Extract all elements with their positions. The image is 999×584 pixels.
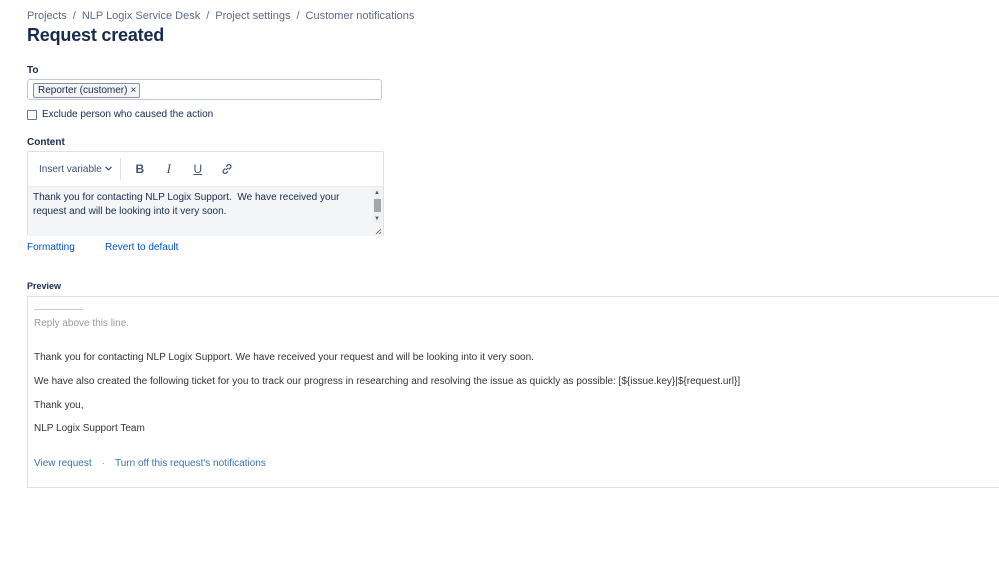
- resize-grip-icon[interactable]: [374, 227, 382, 235]
- footer-separator: ·: [101, 458, 105, 469]
- content-text[interactable]: Thank you for contacting NLP Logix Suppo…: [33, 191, 363, 219]
- content-editor: Insert variable B I U Thank you for cont…: [27, 151, 384, 236]
- breadcrumb-separator: /: [206, 10, 210, 22]
- underline-button[interactable]: U: [187, 158, 209, 180]
- bold-button[interactable]: B: [129, 158, 151, 180]
- insert-variable-dropdown[interactable]: Insert variable: [39, 164, 112, 175]
- page-title: Request created: [27, 25, 165, 45]
- breadcrumb-separator: /: [72, 10, 76, 22]
- preview-panel: Reply above this line. Thank you for con…: [27, 296, 999, 488]
- scroll-thumb[interactable]: [374, 199, 381, 212]
- editor-toolbar: Insert variable B I U: [28, 152, 383, 186]
- exclude-person-checkbox[interactable]: [27, 109, 37, 120]
- formatting-link[interactable]: Formatting: [27, 242, 75, 253]
- turn-off-notifications-link[interactable]: Turn off this request's notifications: [115, 458, 266, 469]
- to-recipients-field[interactable]: Reporter (customer) ×: [27, 79, 382, 100]
- italic-button[interactable]: I: [158, 158, 180, 180]
- exclude-person-label[interactable]: Exclude person who caused the action: [42, 109, 213, 120]
- preview-paragraph: Thank you for contacting NLP Logix Suppo…: [34, 352, 534, 363]
- revert-to-default-link[interactable]: Revert to default: [105, 242, 178, 253]
- breadcrumb-projects[interactable]: Projects: [27, 10, 67, 22]
- breadcrumb: Projects / NLP Logix Service Desk / Proj…: [27, 10, 414, 22]
- exclude-person-row: Exclude person who caused the action: [27, 109, 213, 120]
- reply-divider: [34, 309, 83, 310]
- remove-recipient-icon[interactable]: ×: [130, 84, 136, 97]
- breadcrumb-project-settings[interactable]: Project settings: [215, 10, 290, 22]
- preview-paragraph: We have also created the following ticke…: [34, 376, 741, 387]
- breadcrumb-service-desk[interactable]: NLP Logix Service Desk: [82, 10, 200, 22]
- recipient-chip-label: Reporter (customer): [38, 85, 128, 96]
- link-icon[interactable]: [216, 158, 238, 180]
- editor-scrollbar[interactable]: ▲ ▼: [373, 189, 382, 223]
- preview-paragraph: NLP Logix Support Team: [34, 423, 145, 434]
- recipient-chip: Reporter (customer) ×: [33, 83, 141, 98]
- content-textarea[interactable]: Thank you for contacting NLP Logix Suppo…: [28, 186, 383, 236]
- reply-above-line: Reply above this line.: [34, 318, 130, 329]
- preview-footer-links: View request · Turn off this request's n…: [34, 458, 266, 469]
- view-request-link[interactable]: View request: [34, 458, 92, 469]
- scroll-down-icon[interactable]: ▼: [374, 216, 380, 222]
- chevron-down-icon: [104, 165, 112, 173]
- content-label: Content: [27, 137, 65, 148]
- scroll-up-icon[interactable]: ▲: [374, 190, 380, 196]
- page: Projects / NLP Logix Service Desk / Proj…: [0, 0, 999, 584]
- breadcrumb-customer-notifications[interactable]: Customer notifications: [306, 10, 415, 22]
- preview-paragraph: Thank you,: [34, 400, 84, 411]
- preview-label: Preview: [27, 281, 62, 291]
- breadcrumb-separator: /: [296, 10, 300, 22]
- to-label: To: [27, 65, 39, 76]
- insert-variable-label: Insert variable: [39, 163, 102, 175]
- toolbar-divider: [119, 158, 121, 180]
